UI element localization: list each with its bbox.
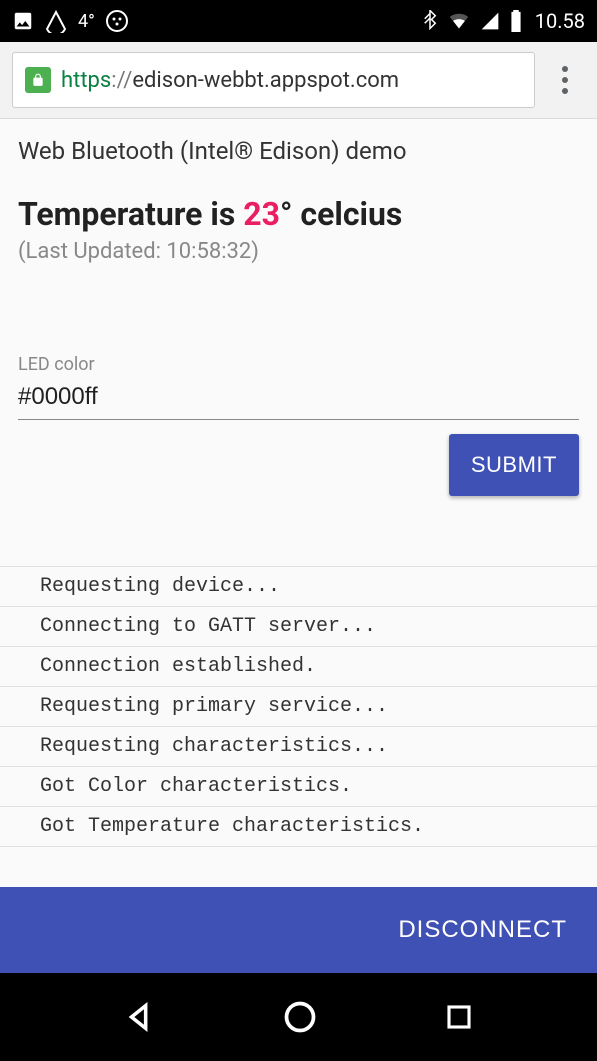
status-temperature: 4° [78,11,95,32]
face-icon [105,9,129,33]
image-icon [12,10,34,32]
log-item: Requesting device... [0,567,597,607]
log-item: Requesting primary service... [0,687,597,727]
recent-icon[interactable] [444,1002,474,1032]
bluetooth-icon [421,10,439,32]
url-separator: :// [111,68,132,93]
log-item: Requesting characteristics... [0,727,597,767]
temperature-heading: Temperature is 23° celcius [18,195,579,233]
url-host: edison-webbt.appspot.com [132,68,399,93]
submit-button[interactable]: SUBMIT [449,434,579,496]
disconnect-button[interactable]: DISCONNECT [398,916,567,944]
battery-icon [509,10,523,32]
peak-icon [44,9,68,33]
lock-icon [25,67,51,93]
android-nav-bar [0,973,597,1061]
log-list: Requesting device... Connecting to GATT … [0,566,597,847]
log-item: Connection established. [0,647,597,687]
log-item: Got Color characteristics. [0,767,597,807]
status-right: 10.58 [421,9,585,33]
signal-icon [479,11,501,31]
led-color-label: LED color [18,354,579,375]
temp-value: 23 [243,195,280,233]
url-text: https://edison-webbt.appspot.com [61,68,399,93]
android-status-bar: 4° 10.58 [0,0,597,42]
back-icon[interactable] [123,1000,157,1034]
led-color-input[interactable] [18,379,579,420]
url-scheme: https [61,68,111,93]
status-clock: 10.58 [535,9,585,33]
log-item: Got Temperature characteristics. [0,807,597,847]
page-subtitle: Web Bluetooth (Intel® Edison) demo [18,137,579,165]
page-content: Web Bluetooth (Intel® Edison) demo Tempe… [0,119,597,496]
temp-prefix: Temperature is [18,195,243,233]
status-left: 4° [12,9,129,33]
home-icon[interactable] [282,999,318,1035]
wifi-icon [447,11,471,31]
temp-suffix: ° celcius [280,195,402,233]
last-updated: (Last Updated: 10:58:32) [18,239,579,264]
url-bar[interactable]: https://edison-webbt.appspot.com [12,52,535,108]
footer-bar: DISCONNECT [0,887,597,973]
browser-toolbar: https://edison-webbt.appspot.com [0,42,597,119]
menu-button[interactable] [545,66,585,94]
log-item: Connecting to GATT server... [0,607,597,647]
